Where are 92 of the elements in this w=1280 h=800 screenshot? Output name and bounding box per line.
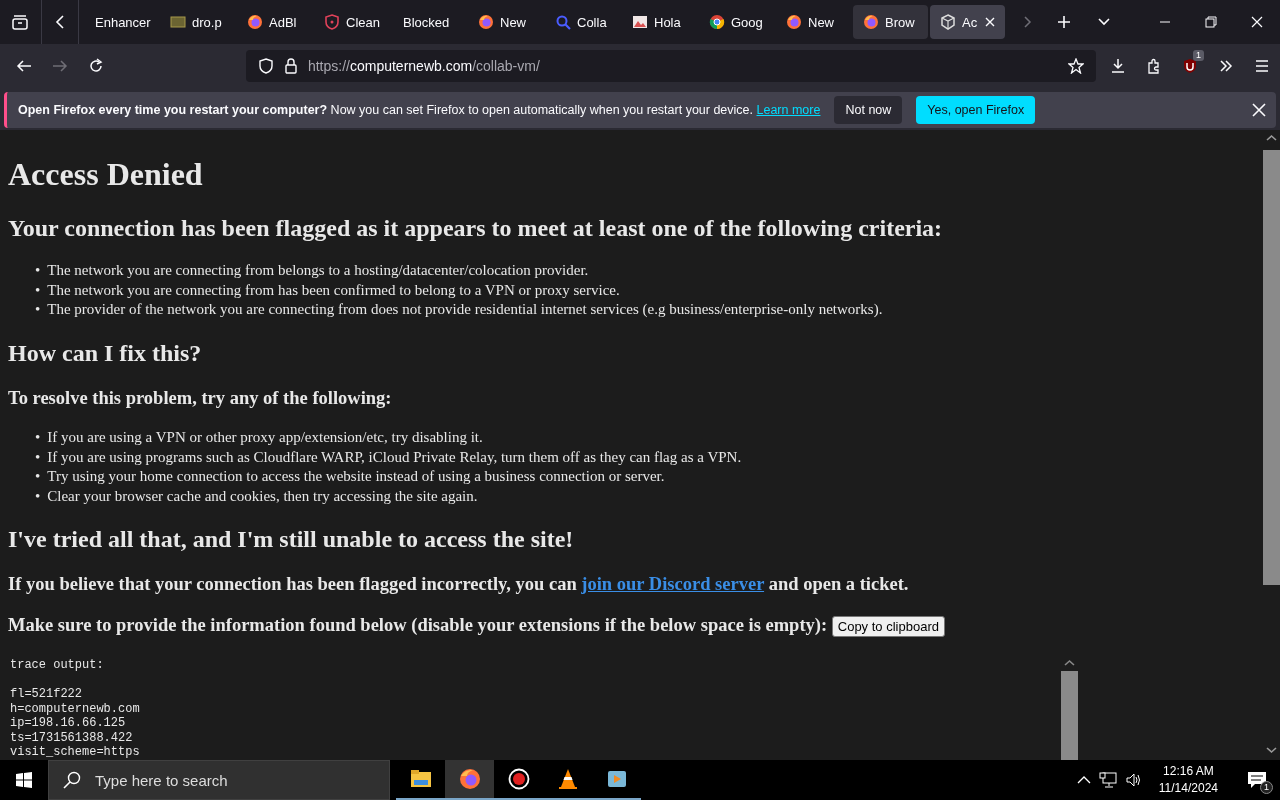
new-tab-icon[interactable]	[1057, 15, 1071, 29]
discord-link[interactable]: join our Discord server	[581, 574, 765, 594]
trace-line: ts=1731561388.422	[10, 730, 134, 746]
list-item: If you are using programs such as Cloudflare WARP, iCloud Private Relay, turn them off as they can flag as a VPN.	[47, 447, 742, 467]
extension-badge: 1	[1193, 50, 1204, 61]
browser-tab[interactable]: New	[468, 5, 543, 39]
bullet-mark: •	[35, 428, 41, 447]
extensions-icon[interactable]	[1146, 58, 1162, 74]
taskbar-search-box[interactable]: Type here to search	[48, 760, 390, 800]
bullet-mark: •	[35, 280, 41, 300]
trace-line: fl=521f222	[10, 687, 83, 702]
bullet-mark: •	[35, 467, 41, 486]
discord-paragraph: If you believe that your connection has been flagged incorrectly, you can join our Discord server and open a ticket.	[8, 573, 910, 595]
media-player-icon	[605, 768, 628, 790]
close-icon[interactable]	[1252, 103, 1266, 117]
chrome-icon	[709, 14, 725, 30]
browser-tab[interactable]: Ac	[930, 5, 1005, 39]
download-icon[interactable]	[1110, 58, 1126, 74]
browser-tab[interactable]: Enhancer	[83, 5, 158, 39]
url-text: https://computernewb.com/collab-vm/	[307, 58, 540, 74]
subheading: To resolve this problem, try any of the following:	[8, 387, 393, 409]
restore-icon[interactable]	[1204, 15, 1218, 29]
record-icon	[507, 768, 530, 790]
back-icon[interactable]	[15, 58, 32, 74]
notification-message: Open Firefox every time you restart your computer? Now you can set Firefox to open automatically when you restart your device. Learn more	[18, 103, 821, 117]
windows-start-icon[interactable]	[16, 772, 32, 788]
browser-tab[interactable]: Brow	[853, 5, 928, 39]
trace-line: h=computernewb.com	[10, 701, 141, 717]
section-heading: Your connection has been flagged as it appears to meet at least one of the following criteria:	[8, 214, 944, 242]
firefox-icon	[863, 14, 879, 30]
bullet-mark: •	[35, 486, 41, 506]
shield-extension-icon[interactable]	[1182, 58, 1198, 74]
image-icon	[632, 14, 648, 30]
firefox-icon	[786, 14, 802, 30]
list-item: Try using your home connection to access the website instead of using a business connection or server.	[47, 467, 665, 486]
firefox-icon	[458, 768, 481, 790]
scroll-left-icon[interactable]	[55, 15, 65, 29]
browser-tab[interactable]: Colla	[545, 5, 620, 39]
not-now-button[interactable]: Not now	[834, 96, 903, 124]
firefox-icon	[478, 14, 494, 30]
reload-icon[interactable]	[87, 58, 104, 74]
chevron-up-icon[interactable]	[1076, 775, 1091, 785]
folder-icon	[170, 14, 186, 30]
taskbar-search-field[interactable]: Type here to search	[93, 770, 367, 790]
open-firefox-button[interactable]: Yes, open Firefox	[916, 96, 1036, 124]
browser-tab[interactable]: Clean	[314, 5, 389, 39]
lock-icon	[283, 58, 298, 74]
shield-icon	[257, 58, 274, 74]
search-icon	[555, 14, 571, 30]
browser-tab[interactable]: AdBl	[237, 5, 312, 39]
copy-button[interactable]: Copy to clipboard	[831, 616, 945, 638]
network-icon[interactable]	[1098, 772, 1117, 788]
browser-tab[interactable]: Goog	[699, 5, 774, 39]
notification-count: 1	[1260, 781, 1273, 794]
file-explorer-icon	[409, 768, 432, 790]
firefox-icon	[247, 14, 263, 30]
traffic-cone-icon	[556, 768, 579, 790]
trace-line: trace output:	[10, 658, 105, 673]
section-heading: How can I fix this?	[8, 339, 203, 367]
trace-line: visit_scheme=https	[10, 745, 141, 760]
list-item: The network you are connecting from has been confirmed to belong to a VPN or proxy service.	[47, 280, 620, 300]
shield-icon	[324, 14, 340, 30]
browser-tab[interactable]: Blocked	[391, 5, 466, 39]
list-item: The network you are connecting from belongs to a hosting/datacenter/colocation provider.	[47, 261, 589, 280]
menu-icon[interactable]	[1254, 58, 1270, 74]
browser-tab[interactable]: dro.p	[160, 5, 235, 39]
browser-tab[interactable]: Hola	[622, 5, 697, 39]
forward-icon[interactable]	[51, 58, 68, 74]
list-item: Clear your browser cache and cookies, then try accessing the site again.	[47, 486, 478, 506]
notification-center-button[interactable]: 1	[1234, 760, 1280, 800]
bullet-mark: •	[35, 447, 41, 467]
address-bar[interactable]: https://computernewb.com/collab-vm/	[245, 50, 1097, 82]
volume-icon[interactable]	[1124, 772, 1143, 788]
tab-manager-icon[interactable]	[10, 12, 30, 32]
search-icon	[63, 771, 81, 789]
info-prompt: Make sure to provide the information found below (disable your extensions if the below space is empty):	[8, 615, 828, 635]
learn-more-link[interactable]: Learn more	[756, 103, 821, 117]
bullet-mark: •	[35, 261, 41, 280]
message-icon	[1247, 771, 1267, 789]
section-heading: I've tried all that, and I'm still unable to access the site!	[8, 525, 575, 553]
bookmark-star-icon[interactable]	[1068, 58, 1085, 74]
close-icon[interactable]	[985, 17, 995, 27]
cube-icon	[940, 14, 956, 30]
page-title: Access Denied	[8, 156, 204, 193]
browser-tab[interactable]: New	[776, 5, 851, 39]
bullet-mark: •	[35, 300, 41, 319]
close-icon[interactable]	[1250, 15, 1264, 29]
trace-line: ip=198.16.66.125	[10, 716, 127, 731]
list-item: The provider of the network you are connecting from does not provide residential internet services (e.g business/enterprise-only networks).	[47, 300, 883, 319]
list-item: If you are using a VPN or other proxy app/extension/etc, try disabling it.	[47, 428, 483, 447]
clock[interactable]: 12:16 AM 11/14/2024	[1150, 763, 1226, 797]
overflow-icon[interactable]	[1218, 58, 1234, 74]
